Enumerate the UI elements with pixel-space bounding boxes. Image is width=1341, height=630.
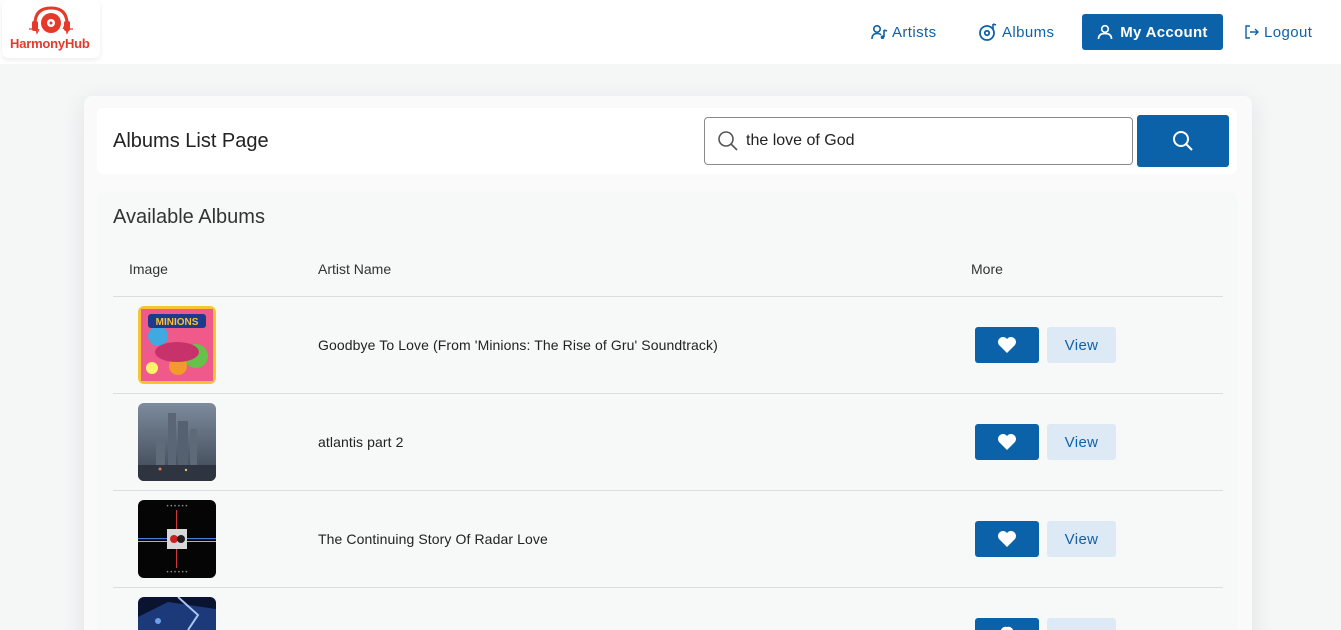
view-button[interactable] [1047,618,1116,630]
nav-artists-label: Artists [892,23,937,41]
nav-artists-link[interactable]: Artists [871,22,936,42]
logout-link[interactable]: Logout [1244,22,1312,42]
album-cover-image[interactable] [138,597,216,630]
heart-icon [998,337,1016,353]
top-navbar: HarmonyHub Artists Albums My Account Log… [0,0,1341,64]
available-albums-section [97,192,1237,630]
my-account-label: My Account [1120,23,1208,41]
like-button[interactable] [975,618,1039,630]
disc-icon [979,23,997,41]
logo-text: HarmonyHub [10,36,90,51]
search-input[interactable] [746,130,1116,152]
nav-albums-link[interactable]: Albums [978,22,1054,42]
album-name: The Continuing Story Of Radar Love [318,531,548,547]
user-icon [1097,24,1113,40]
section-title: Available Albums [113,206,265,228]
dark-blue-cover-art [138,597,216,630]
svg-text:• • • • • •: • • • • • • [167,570,188,576]
foggy-city-cover-art [138,403,216,481]
headphones-vinyl-icon [29,6,73,35]
column-header-image: Image [129,261,168,277]
view-button[interactable]: View [1047,327,1116,363]
row-divider [113,393,1223,394]
search-button[interactable] [1137,115,1229,167]
heart-icon [998,434,1016,450]
row-divider [113,587,1223,588]
album-cover-image[interactable] [138,403,216,481]
my-account-button[interactable]: My Account [1082,14,1223,50]
view-button[interactable]: View [1047,424,1116,460]
album-name: Goodbye To Love (From 'Minions: The Rise… [318,337,718,353]
search-field[interactable] [704,117,1133,165]
search-icon [1173,131,1193,151]
column-header-more: More [971,261,1003,277]
heart-icon [1001,626,1013,630]
harmonyhub-logo[interactable]: HarmonyHub [2,0,100,58]
album-cover-image[interactable]: MINIONS [138,306,216,384]
page-title: Albums List Page [113,130,269,152]
radar-love-cover-art: • • • • • • • • • • • • [138,500,216,578]
svg-text:MINIONS: MINIONS [156,317,199,328]
row-divider [113,490,1223,491]
view-button[interactable]: View [1047,521,1116,557]
like-button[interactable] [975,424,1039,460]
like-button[interactable] [975,521,1039,557]
logout-label: Logout [1264,23,1313,41]
album-name: atlantis part 2 [318,434,404,450]
album-cover-image[interactable]: • • • • • • • • • • • • [138,500,216,578]
svg-text:• • • • • •: • • • • • • [167,504,188,510]
minions-cover-art: MINIONS [138,306,216,384]
heart-icon [998,531,1016,547]
nav-albums-label: Albums [1002,23,1055,41]
like-button[interactable] [975,327,1039,363]
logout-icon [1245,25,1259,39]
row-divider [113,296,1223,297]
user-music-icon [871,24,888,40]
search-icon [718,131,738,151]
column-header-artist-name: Artist Name [318,261,392,277]
